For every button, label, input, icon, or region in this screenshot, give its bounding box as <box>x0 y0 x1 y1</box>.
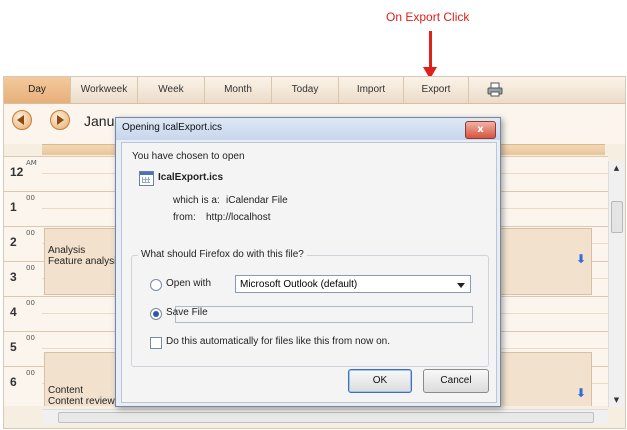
tab-month[interactable]: Month <box>205 77 272 103</box>
minute-label: 00 <box>26 194 35 202</box>
annotation-label: On Export Click <box>386 10 470 24</box>
view-toolbar: Day Workweek Week Month Today Import Exp… <box>4 77 625 104</box>
open-file-dialog: Opening IcalExport.ics x You have chosen… <box>115 117 501 407</box>
annotation-arrow <box>429 31 432 69</box>
calendar-file-icon <box>139 171 154 186</box>
hour-label: 4 <box>10 305 17 319</box>
save-file-radio[interactable] <box>150 308 162 320</box>
tab-day[interactable]: Day <box>4 77 71 103</box>
dialog-titlebar[interactable]: Opening IcalExport.ics x <box>116 118 500 140</box>
application-select-value: Microsoft Outlook (default) <box>240 279 358 290</box>
tab-import[interactable]: Import <box>339 77 404 103</box>
action-group: What should Firefox do with this file? O… <box>131 249 489 367</box>
hour-slot: 3 00 <box>4 261 42 296</box>
file-name: IcalExport.ics <box>158 172 224 183</box>
minute-label: 00 <box>26 334 35 342</box>
hour-label: 12 <box>10 165 24 179</box>
scroll-thumb[interactable] <box>58 412 594 423</box>
application-select[interactable]: Microsoft Outlook (default) <box>235 275 471 293</box>
dialog-intro: You have chosen to open <box>132 151 245 162</box>
hour-label: 2 <box>10 235 17 249</box>
hour-slot: 12 AM <box>4 156 42 191</box>
minute-label: 00 <box>26 229 35 237</box>
from-label: from: <box>173 212 196 223</box>
cancel-button[interactable]: Cancel <box>423 369 489 393</box>
tab-today[interactable]: Today <box>272 77 339 103</box>
hour-label: 3 <box>10 270 17 284</box>
action-question: What should Firefox do with this file? <box>138 249 307 260</box>
dialog-title: Opening IcalExport.ics <box>122 122 223 133</box>
minute-label: 00 <box>26 299 35 307</box>
tab-workweek[interactable]: Workweek <box>71 77 138 103</box>
which-is-label: which is a: <box>173 195 220 206</box>
hour-label: 6 <box>10 375 17 389</box>
hour-slot: 2 00 <box>4 226 42 261</box>
tab-export[interactable]: Export <box>404 77 469 103</box>
tab-week[interactable]: Week <box>138 77 205 103</box>
hour-slot: 5 00 <box>4 331 42 366</box>
file-source: http://localhost <box>206 212 271 223</box>
file-type: iCalendar File <box>226 195 288 206</box>
arrow-down-icon[interactable]: ⬇ <box>576 252 586 266</box>
hour-slot: 1 00 <box>4 191 42 226</box>
dialog-body: You have chosen to open IcalExport.ics w… <box>121 142 497 403</box>
vertical-scrollbar[interactable]: ▲ ▼ <box>608 161 624 407</box>
arrow-left-icon[interactable] <box>12 110 32 130</box>
arrow-right-icon[interactable] <box>50 110 70 130</box>
arrow-down-icon[interactable]: ⬇ <box>576 386 586 400</box>
auto-checkbox[interactable] <box>150 337 162 349</box>
hour-slot: 4 00 <box>4 296 42 331</box>
close-icon[interactable]: x <box>465 121 496 139</box>
minute-label: 00 <box>26 369 35 377</box>
scroll-up-icon[interactable]: ▲ <box>609 161 624 175</box>
open-with-radio[interactable] <box>150 279 162 291</box>
printer-icon[interactable] <box>487 82 503 97</box>
horizontal-scrollbar[interactable] <box>42 409 608 424</box>
save-file-option[interactable] <box>175 306 473 323</box>
chevron-down-icon <box>457 283 465 288</box>
auto-label: Do this automatically for files like thi… <box>166 336 390 347</box>
open-with-label: Open with <box>166 278 212 289</box>
hour-slot: 6 00 <box>4 366 42 401</box>
scroll-thumb[interactable] <box>611 201 623 233</box>
save-file-label: Save File <box>166 307 208 318</box>
scroll-down-icon[interactable]: ▼ <box>609 393 624 407</box>
am-label: AM <box>26 159 37 167</box>
hour-label: 1 <box>10 200 17 214</box>
ok-button[interactable]: OK <box>348 369 412 393</box>
hour-label: 5 <box>10 340 17 354</box>
minute-label: 00 <box>26 264 35 272</box>
